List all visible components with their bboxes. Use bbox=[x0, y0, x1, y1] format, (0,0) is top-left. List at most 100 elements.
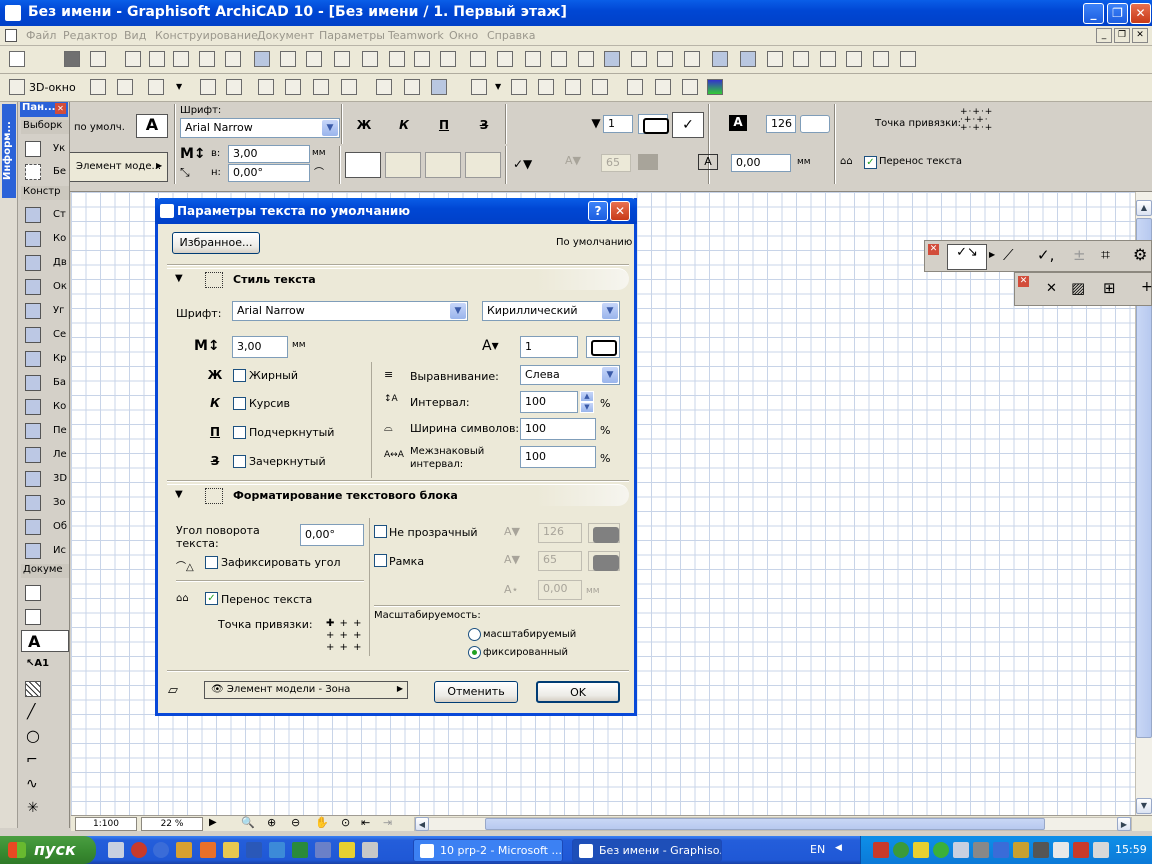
zoom-window-icon[interactable]: ⊙ bbox=[341, 816, 350, 829]
tool-beam[interactable]: Ба bbox=[21, 372, 69, 394]
horizontal-scroll-thumb[interactable] bbox=[485, 818, 1045, 830]
text-block-format-section[interactable]: ▼ Форматирование текстового блока bbox=[167, 484, 629, 506]
wall-mode-icon[interactable] bbox=[740, 51, 756, 67]
zoom-in-icon[interactable]: ⊕ bbox=[267, 816, 276, 829]
tool-object[interactable]: Об bbox=[21, 516, 69, 538]
orbit-icon[interactable] bbox=[226, 79, 242, 95]
redo-icon[interactable] bbox=[225, 51, 241, 67]
find-select-icon[interactable] bbox=[254, 51, 270, 67]
document-section[interactable]: Докуме bbox=[21, 564, 69, 578]
cancel-button[interactable]: Отменить bbox=[434, 681, 518, 703]
favorites-button[interactable]: Избранное... bbox=[172, 232, 260, 254]
stretch-icon[interactable] bbox=[362, 51, 378, 67]
charset-select[interactable]: Кириллический ▼ bbox=[482, 301, 620, 321]
cube-select-icon[interactable] bbox=[117, 79, 133, 95]
tray-icon-6[interactable] bbox=[973, 842, 989, 858]
quicklaunch-opera-icon[interactable] bbox=[131, 842, 147, 858]
text-tool-icon[interactable]: A bbox=[136, 114, 168, 138]
walk-icon[interactable] bbox=[200, 79, 216, 95]
zoom-fit-icon[interactable]: 🔍 bbox=[241, 816, 255, 829]
text-style-section[interactable]: ▼ Стиль текста bbox=[167, 268, 629, 290]
tool-polyline[interactable]: ⌐ bbox=[21, 750, 69, 772]
quicklaunch-word-icon[interactable] bbox=[246, 842, 262, 858]
spacing-input[interactable]: 100 bbox=[520, 391, 578, 413]
cut-icon[interactable] bbox=[125, 51, 141, 67]
scroll-right-button[interactable]: ▶ bbox=[1117, 817, 1131, 831]
tray-icon-1[interactable] bbox=[873, 842, 889, 858]
section-icon[interactable] bbox=[538, 79, 554, 95]
pet-palette-icon[interactable]: ✓↘ bbox=[947, 244, 987, 270]
info-panel-tab[interactable]: Информ... bbox=[2, 104, 16, 198]
menu-document[interactable]: Документ bbox=[257, 29, 314, 42]
layers-icon[interactable] bbox=[846, 51, 862, 67]
horizontal-scrollbar[interactable]: ◀ ▶ bbox=[414, 817, 1132, 831]
construct-section[interactable]: Констр bbox=[21, 186, 69, 200]
paste-view-icon[interactable] bbox=[404, 79, 420, 95]
3d-view-icon[interactable] bbox=[604, 51, 620, 67]
scroll-left-button[interactable]: ◀ bbox=[415, 817, 429, 831]
cut-plane-icon[interactable] bbox=[565, 79, 581, 95]
quicklaunch-ie-icon[interactable] bbox=[153, 842, 169, 858]
tool-text-active[interactable]: A bbox=[21, 630, 69, 652]
undo-icon[interactable] bbox=[199, 51, 215, 67]
view-home-icon[interactable] bbox=[285, 79, 301, 95]
mdi-minimize-button[interactable]: _ bbox=[1096, 28, 1112, 43]
zoom-previous-icon[interactable]: ⇤ bbox=[361, 816, 370, 829]
alignment-select[interactable]: Слева ▼ bbox=[520, 365, 620, 385]
language-arrow-icon[interactable]: ◀ bbox=[835, 843, 842, 853]
screenshot-icon[interactable] bbox=[627, 79, 643, 95]
dialog-close-button[interactable]: ✕ bbox=[610, 201, 630, 221]
grid-icon[interactable] bbox=[657, 51, 673, 67]
axes-icon[interactable] bbox=[148, 79, 164, 95]
tool-level-dimension[interactable] bbox=[21, 606, 69, 628]
drag-icon[interactable] bbox=[306, 51, 322, 67]
3d-window-label[interactable]: 3D-окно bbox=[29, 81, 76, 94]
tool-slab[interactable]: Се bbox=[21, 324, 69, 346]
quicklaunch-app3-icon[interactable] bbox=[362, 842, 378, 858]
font-select[interactable]: Arial Narrow ▼ bbox=[180, 118, 340, 138]
check-down-icon[interactable]: ✓, bbox=[1037, 246, 1054, 264]
taskbar-item-archicad[interactable]: Без имени - Graphiso... bbox=[572, 839, 722, 862]
align-right-button[interactable] bbox=[425, 152, 461, 178]
settings-icon[interactable]: ⚙ bbox=[1133, 245, 1147, 264]
tool-window[interactable]: Ок bbox=[21, 276, 69, 298]
quicklaunch-app-icon[interactable] bbox=[176, 842, 192, 858]
char-spacing-input[interactable]: 100 bbox=[520, 446, 596, 468]
view-left-icon[interactable] bbox=[258, 79, 274, 95]
close-button[interactable]: ✕ bbox=[1130, 3, 1151, 24]
trace-icon[interactable] bbox=[820, 51, 836, 67]
active-view-icon[interactable] bbox=[431, 79, 447, 95]
render-dropdown-icon[interactable]: ▼ bbox=[495, 82, 501, 91]
color-render-icon[interactable] bbox=[707, 79, 723, 95]
tool-label[interactable]: ↖A1 bbox=[21, 654, 69, 676]
ok-button[interactable]: OK bbox=[536, 681, 620, 703]
align-justify-button[interactable] bbox=[465, 152, 501, 178]
underline-checkbox[interactable] bbox=[233, 426, 246, 439]
scale-field[interactable]: 1:100 bbox=[75, 817, 137, 831]
tray-icon-7[interactable] bbox=[993, 842, 1009, 858]
quicklaunch-desktop-icon[interactable] bbox=[108, 842, 124, 858]
send-backward-icon[interactable] bbox=[551, 51, 567, 67]
bring-forward-icon[interactable] bbox=[525, 51, 541, 67]
toolbox-header[interactable]: Пан... ✕ bbox=[20, 102, 68, 117]
mirror-icon[interactable] bbox=[389, 51, 405, 67]
3d-window-icon[interactable] bbox=[767, 51, 783, 67]
document-icon[interactable] bbox=[5, 29, 17, 42]
wrap-text-checkbox[interactable]: ✓ bbox=[205, 592, 218, 605]
fix-angle-checkbox[interactable] bbox=[205, 556, 218, 569]
lock-angle-icon[interactable]: ⌒ bbox=[314, 164, 334, 182]
cross-icon[interactable]: ✕ bbox=[1046, 281, 1057, 296]
text-angle-input[interactable]: 0,00° bbox=[228, 164, 310, 182]
char-width-input[interactable]: 100 bbox=[520, 418, 596, 440]
copy-icon[interactable] bbox=[149, 51, 165, 67]
background-pen-swatch[interactable] bbox=[800, 115, 830, 133]
tool-column[interactable]: Ко bbox=[21, 228, 69, 250]
menu-view[interactable]: Вид bbox=[124, 29, 146, 42]
scroll-down-button[interactable]: ▼ bbox=[1136, 798, 1152, 814]
pen-icon[interactable] bbox=[873, 51, 889, 67]
plus-icon[interactable]: + bbox=[1141, 279, 1152, 295]
tool-zone[interactable]: Зо bbox=[21, 492, 69, 514]
checkmark-pen-icon[interactable]: ✓ bbox=[672, 112, 704, 138]
tool-wall[interactable]: Ст bbox=[21, 204, 69, 226]
rotate-view-icon[interactable] bbox=[341, 79, 357, 95]
